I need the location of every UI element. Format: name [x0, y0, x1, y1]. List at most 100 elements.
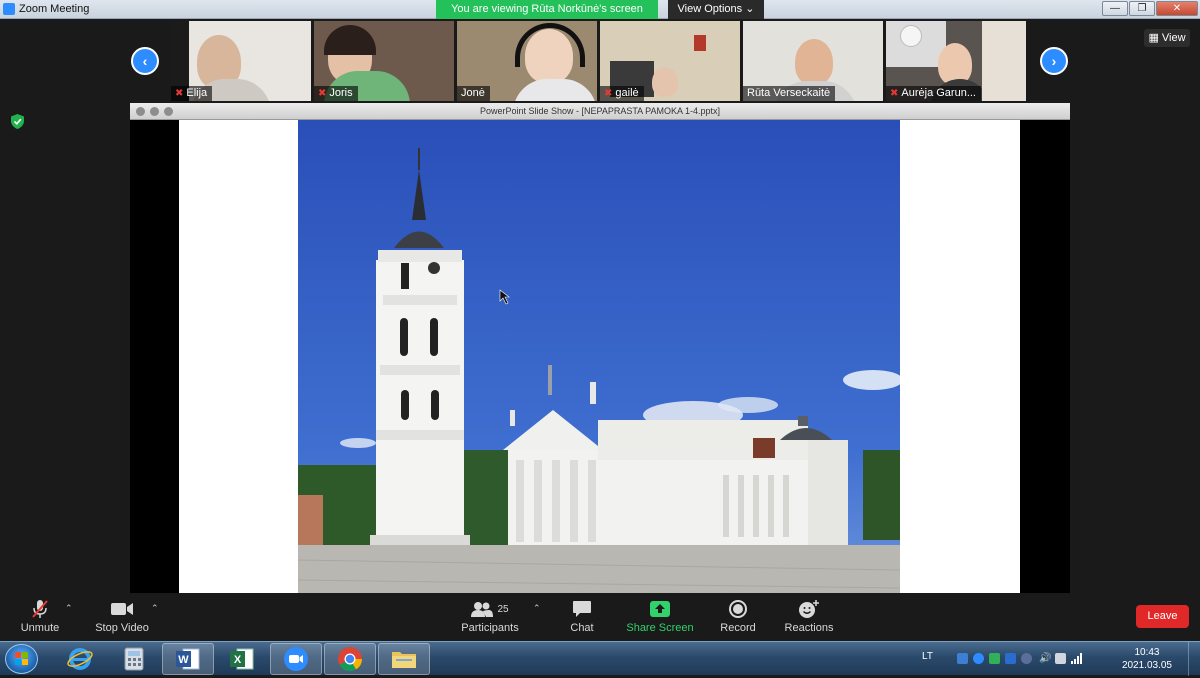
muted-mic-icon: ✖	[890, 88, 899, 99]
viewing-screen-banner: You are viewing Rūta Norkūnė's screen	[436, 0, 658, 19]
window-dot	[136, 107, 145, 116]
encryption-shield-icon[interactable]	[11, 114, 24, 129]
taskbar-internet-explorer[interactable]	[54, 643, 106, 675]
zoom-app-icon	[3, 3, 15, 15]
muted-mic-icon: ✖	[318, 88, 327, 99]
participant-name: Rūta Verseckaitė	[743, 86, 836, 101]
participant-name: ✖ gailė	[600, 86, 644, 101]
participant-tile[interactable]: ✖ gailė	[600, 21, 740, 101]
window-dot	[150, 107, 159, 116]
gallery-next-button[interactable]: ›	[1040, 47, 1068, 75]
muted-mic-icon	[32, 600, 48, 618]
muted-mic-icon: ✖	[604, 88, 613, 99]
record-button[interactable]: Record	[719, 599, 757, 634]
network-app-icon[interactable]	[957, 653, 968, 664]
window-dots	[136, 107, 173, 116]
word-icon: W	[176, 648, 200, 670]
help-tray-icon[interactable]	[1005, 653, 1016, 664]
unmute-label: Unmute	[20, 622, 60, 634]
share-screen-icon	[650, 601, 670, 617]
taskbar-excel[interactable]: X	[216, 643, 268, 675]
chat-label: Chat	[570, 622, 594, 634]
video-camera-icon	[111, 603, 133, 615]
start-button[interactable]	[5, 644, 38, 674]
participant-count: 25	[497, 603, 509, 615]
stop-video-label: Stop Video	[95, 622, 149, 634]
participants-icon	[471, 602, 494, 617]
show-desktop-button[interactable]	[1188, 642, 1200, 676]
clock[interactable]: 10:43 2021.03.05	[1122, 646, 1172, 672]
folder-icon	[392, 652, 416, 668]
chat-bubble-icon	[573, 601, 591, 617]
signal-icon[interactable]	[1071, 653, 1082, 664]
svg-text:W: W	[178, 654, 189, 666]
participant-name: Jonė	[457, 86, 490, 101]
excel-icon: X	[230, 648, 254, 670]
participant-tile[interactable]: ✖ Joris	[314, 21, 454, 101]
stop-video-button[interactable]: Stop Video	[92, 599, 152, 634]
close-button[interactable]: ✕	[1156, 1, 1198, 16]
chevron-right-icon: ›	[1051, 53, 1057, 69]
taskbar-word[interactable]: W	[162, 643, 214, 675]
meeting-area: ▦ View ‹ › ✖ Elija ✖ Joris Jonė ✖ gailė Rūt…	[0, 19, 1200, 593]
clock-time: 10:43	[1134, 647, 1160, 658]
video-options-caret[interactable]: ⌃	[151, 603, 159, 614]
participant-tile[interactable]: ✖ Elija	[171, 21, 311, 101]
calculator-icon	[124, 647, 144, 671]
window-controls: — ❐ ✕	[1102, 1, 1198, 16]
reactions-button[interactable]: Reactions	[783, 599, 835, 634]
reactions-label: Reactions	[784, 622, 834, 634]
security-tray-icon[interactable]	[1021, 653, 1032, 664]
sync-tray-icon[interactable]	[989, 653, 1000, 664]
restore-button[interactable]: ❐	[1129, 1, 1155, 16]
grid-icon: ▦	[1148, 32, 1159, 44]
unmute-button[interactable]: Unmute	[16, 599, 64, 634]
slideshow-title: PowerPoint Slide Show - [NEPAPRASTA PAMO…	[479, 106, 721, 116]
taskbar-explorer[interactable]	[378, 643, 430, 675]
taskbar-zoom[interactable]	[270, 643, 322, 675]
leave-button[interactable]: Leave	[1136, 605, 1189, 628]
clock-date: 2021.03.05	[1121, 660, 1172, 671]
minimize-button[interactable]: —	[1102, 1, 1128, 16]
muted-mic-icon: ✖	[175, 88, 184, 99]
view-button[interactable]: ▦ View	[1144, 29, 1190, 47]
window-dot	[164, 107, 173, 116]
windows-logo-icon	[15, 652, 28, 665]
volume-icon[interactable]: 🔊	[1039, 653, 1051, 664]
internet-explorer-icon	[67, 648, 93, 670]
view-options-button[interactable]: View Options ⌄	[668, 0, 764, 19]
participant-name: ✖ Elija	[171, 86, 213, 101]
share-screen-label: Share Screen	[626, 622, 694, 634]
cathedral-photo	[298, 120, 900, 593]
taskbar-chrome[interactable]	[324, 643, 376, 675]
chevron-left-icon: ‹	[142, 53, 148, 69]
participants-label: Participants	[461, 622, 519, 634]
view-button-label: View	[1161, 32, 1186, 44]
language-indicator[interactable]: LT	[922, 651, 933, 662]
meeting-toolbar: Unmute ⌃ Stop Video ⌃ 25 Participants ⌃	[0, 593, 1200, 641]
windows-taskbar: W X LT 🔊 10:43 2021.03.05	[0, 641, 1200, 676]
smiley-plus-icon	[799, 600, 819, 618]
participants-options-caret[interactable]: ⌃	[533, 603, 541, 614]
window-title: Zoom Meeting	[19, 3, 90, 15]
chat-button[interactable]: Chat	[565, 599, 599, 634]
zoom-camera-icon	[284, 647, 308, 671]
participant-tile[interactable]: Jonė	[457, 21, 597, 101]
chrome-icon	[338, 647, 362, 672]
shared-screen: PowerPoint Slide Show - [NEPAPRASTA PAMO…	[130, 103, 1070, 593]
audio-options-caret[interactable]: ⌃	[65, 603, 73, 614]
power-icon[interactable]	[1055, 653, 1066, 664]
participant-tile[interactable]: Rūta Verseckaitė	[743, 21, 883, 101]
slide	[179, 120, 1020, 593]
taskbar-calculator[interactable]	[108, 643, 160, 675]
participants-button[interactable]: 25 Participants	[460, 599, 520, 634]
record-label: Record	[720, 622, 756, 634]
svg-text:X: X	[234, 654, 242, 666]
zoom-tray-icon[interactable]	[973, 653, 984, 664]
slideshow-titlebar: PowerPoint Slide Show - [NEPAPRASTA PAMO…	[130, 103, 1070, 120]
participant-name: ✖ Joris	[314, 86, 358, 101]
participant-name: ✖ Aurėja Garun...	[886, 86, 981, 101]
participant-tile[interactable]: ✖ Aurėja Garun...	[886, 21, 1026, 101]
share-screen-button[interactable]: Share Screen	[626, 599, 694, 634]
gallery-prev-button[interactable]: ‹	[131, 47, 159, 75]
